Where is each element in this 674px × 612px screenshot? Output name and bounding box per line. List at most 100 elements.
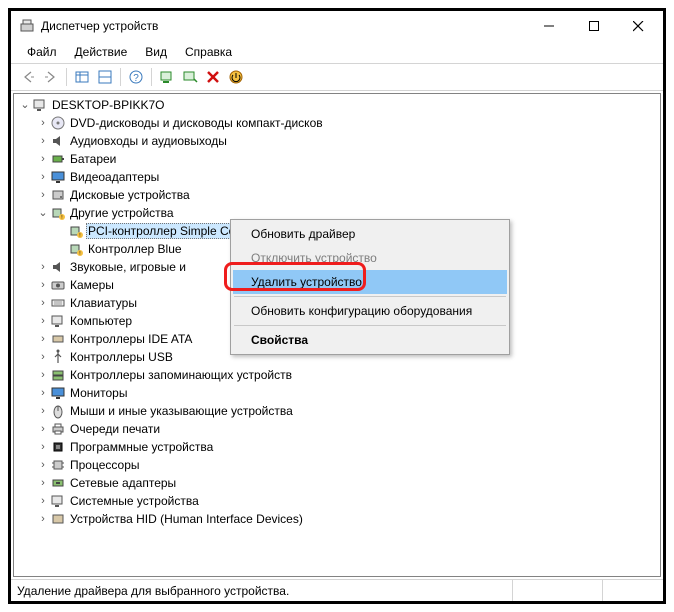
firmware-icon [50,439,66,455]
tree-node[interactable]: › Системные устройства [14,492,660,510]
printer-icon [50,421,66,437]
display-icon [50,169,66,185]
twisty-expanded-icon[interactable]: ⌄ [18,98,32,112]
tree-root[interactable]: ⌄ DESKTOP-BPIKK7O [14,96,660,114]
tree-node[interactable]: ›Мыши и иные указывающие устройства [14,402,660,420]
disc-icon [50,115,66,131]
update-driver-button[interactable] [179,66,201,88]
statusbar: Удаление драйвера для выбранного устройс… [11,579,663,601]
twisty-collapsed-icon[interactable]: › [36,260,50,274]
menu-scan-hardware[interactable]: Обновить конфигурацию оборудования [233,299,507,323]
menubar: Файл Действие Вид Справка [11,41,663,63]
audio-icon [50,133,66,149]
toolbar-separator [151,68,152,86]
twisty-collapsed-icon[interactable]: › [36,458,50,472]
menu-update-driver[interactable]: Обновить драйвер [233,222,507,246]
node-label: Аудиовходы и аудиовыходы [68,133,229,149]
unknown-device-icon: ! [68,241,84,257]
camera-icon [50,277,66,293]
mouse-icon [50,403,66,419]
svg-text:!: ! [61,215,62,221]
menu-view[interactable]: Вид [137,43,175,61]
twisty-collapsed-icon[interactable]: › [36,350,50,364]
twisty-expanded-icon[interactable]: ⌄ [36,206,50,220]
network-icon [50,475,66,491]
hid-icon [50,511,66,527]
tree-node[interactable]: ›Батареи [14,150,660,168]
tree-node[interactable]: ›Процессоры [14,456,660,474]
menu-file[interactable]: Файл [19,43,65,61]
twisty-collapsed-icon[interactable]: › [36,116,50,130]
twisty-collapsed-icon[interactable]: › [36,494,50,508]
twisty-collapsed-icon[interactable]: › [36,440,50,454]
node-label: Контроллеры запоминающих устройств [68,367,294,383]
node-label: Компьютер [68,313,134,329]
svg-text:!: ! [79,251,80,257]
computer-icon [32,97,48,113]
twisty-collapsed-icon[interactable]: › [36,404,50,418]
close-button[interactable] [616,12,661,40]
twisty-collapsed-icon[interactable]: › [36,368,50,382]
menu-help[interactable]: Справка [177,43,240,61]
titlebar: Диспетчер устройств [11,11,663,41]
node-label: Контроллеры IDE ATA [68,331,194,347]
uninstall-device-button[interactable] [202,66,224,88]
minimize-button[interactable] [526,12,571,40]
twisty-collapsed-icon[interactable]: › [36,134,50,148]
disable-device-button[interactable] [225,66,247,88]
menu-disable-device[interactable]: Отключить устройство [233,246,507,270]
tree-node[interactable]: › Аудиовходы и аудиовыходы [14,132,660,150]
node-label: Мониторы [68,385,129,401]
twisty-collapsed-icon[interactable]: › [36,170,50,184]
toolbar: ? [11,63,663,91]
node-label: Системные устройства [68,493,201,509]
menu-separator [234,325,506,326]
tree-node[interactable]: ›DVD-дисководы и дисководы компакт-диско… [14,114,660,132]
help-button[interactable] [94,66,116,88]
ide-controller-icon [50,331,66,347]
maximize-button[interactable] [571,12,616,40]
twisty-collapsed-icon[interactable]: › [36,512,50,526]
node-label: Видеоадаптеры [68,169,161,185]
device-manager-window: Диспетчер устройств Файл Действие Вид Сп… [8,8,666,604]
properties-button[interactable]: ? [125,66,147,88]
twisty-collapsed-icon[interactable]: › [36,188,50,202]
scan-hardware-button[interactable] [156,66,178,88]
menu-action[interactable]: Действие [67,43,136,61]
node-label: Устройства HID (Human Interface Devices) [68,511,305,527]
tree-node[interactable]: › Сетевые адаптеры [14,474,660,492]
unknown-device-icon: ! [68,223,84,239]
node-label: Очереди печати [68,421,162,437]
tree-node[interactable]: ›Дисковые устройства [14,186,660,204]
node-label: Сетевые адаптеры [68,475,178,491]
menu-properties[interactable]: Свойства [233,328,507,352]
tree-node[interactable]: ›Программные устройства [14,438,660,456]
node-label: DESKTOP-BPIKK7O [50,97,166,113]
twisty-collapsed-icon[interactable]: › [36,476,50,490]
disk-icon [50,187,66,203]
tree-node[interactable]: › Мониторы [14,384,660,402]
node-label: Контроллер Blue [86,241,184,257]
twisty-collapsed-icon[interactable]: › [36,278,50,292]
twisty-collapsed-icon[interactable]: › [36,386,50,400]
toolbar-separator [120,68,121,86]
twisty-collapsed-icon[interactable]: › [36,314,50,328]
back-button[interactable] [17,66,39,88]
twisty-collapsed-icon[interactable]: › [36,152,50,166]
context-menu: Обновить драйвер Отключить устройство Уд… [230,219,510,355]
svg-text:?: ? [133,73,139,84]
tree-node[interactable]: › Очереди печати [14,420,660,438]
tree-node[interactable]: › Контроллеры запоминающих устройств [14,366,660,384]
node-label: Звуковые, игровые и [68,259,188,275]
tree-node[interactable]: › Видеоадаптеры [14,168,660,186]
twisty-collapsed-icon[interactable]: › [36,296,50,310]
menu-uninstall-device[interactable]: Удалить устройство [233,270,507,294]
show-hidden-button[interactable] [71,66,93,88]
status-text: Удаление драйвера для выбранного устройс… [11,580,513,601]
svg-text:!: ! [79,233,80,239]
device-tree-panel: ⌄ DESKTOP-BPIKK7O ›DVD-дисководы и дисков… [13,93,661,577]
twisty-collapsed-icon[interactable]: › [36,422,50,436]
tree-node[interactable]: › Устройства HID (Human Interface Devices… [14,510,660,528]
twisty-collapsed-icon[interactable]: › [36,332,50,346]
forward-button[interactable] [40,66,62,88]
